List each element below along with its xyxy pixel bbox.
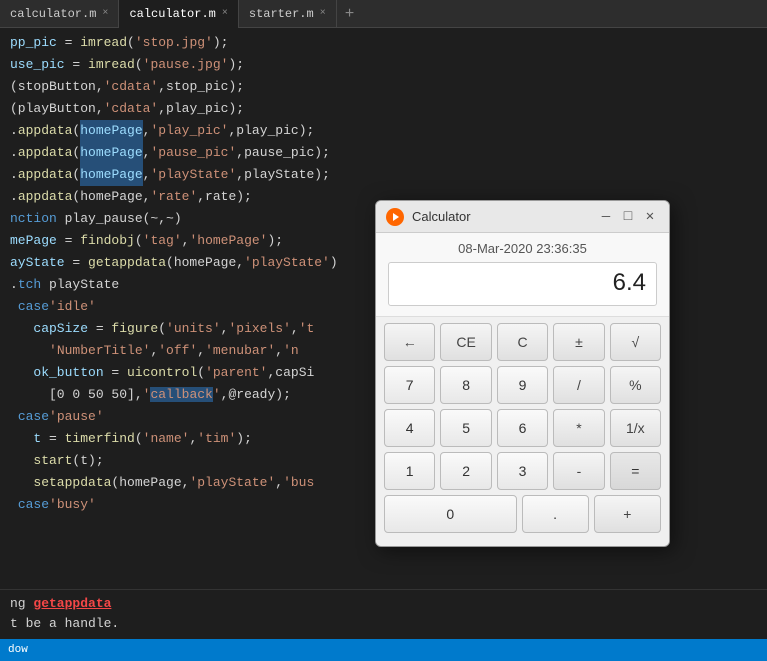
code-line-5: .appdata(homePage,'play_pic',play_pic); — [10, 120, 767, 142]
btn-7[interactable]: 7 — [384, 366, 435, 404]
calc-row-4: 1 2 3 - = — [384, 452, 661, 490]
divide-btn[interactable]: / — [553, 366, 604, 404]
calc-row-2: 7 8 9 / % — [384, 366, 661, 404]
calc-app-icon — [386, 208, 404, 226]
tab-close-3[interactable]: × — [320, 8, 326, 19]
output-line-2: t be a handle. — [10, 614, 757, 634]
multiply-btn[interactable]: * — [553, 409, 604, 447]
code-line-7: .appdata(homePage,'playState',playState)… — [10, 164, 767, 186]
btn-3[interactable]: 3 — [497, 452, 548, 490]
btn-4[interactable]: 4 — [384, 409, 435, 447]
minimize-button[interactable]: — — [597, 208, 615, 226]
status-bar: dow — [0, 639, 767, 661]
calc-row-3: 4 5 6 * 1/x — [384, 409, 661, 447]
code-line-4: (playButton,'cdata',play_pic); — [10, 98, 767, 120]
btn-8[interactable]: 8 — [440, 366, 491, 404]
sqrt-btn[interactable]: √ — [610, 323, 661, 361]
btn-5[interactable]: 5 — [440, 409, 491, 447]
calc-title: Calculator — [412, 209, 593, 224]
calc-row-5: 0 . + — [384, 495, 661, 533]
btn-6[interactable]: 6 — [497, 409, 548, 447]
subtract-btn[interactable]: - — [553, 452, 604, 490]
tab-close-2[interactable]: × — [222, 8, 228, 19]
output-line-1: ng getappdata — [10, 594, 757, 614]
equals-btn[interactable]: = — [610, 452, 661, 490]
add-tab-button[interactable]: + — [337, 5, 363, 23]
tab-label: calculator.m — [10, 7, 96, 21]
ce-btn[interactable]: CE — [440, 323, 491, 361]
code-line-6: .appdata(homePage,'pause_pic',pause_pic)… — [10, 142, 767, 164]
btn-0[interactable]: 0 — [384, 495, 517, 533]
plusminus-btn[interactable]: ± — [553, 323, 604, 361]
code-line-1: pp_pic = imread('stop.jpg'); — [10, 32, 767, 54]
status-text: dow — [8, 644, 28, 656]
calc-row-1: ← CE C ± √ — [384, 323, 661, 361]
calc-titlebar: Calculator — □ ✕ — [376, 201, 669, 233]
calc-display: 6.4 — [388, 262, 657, 306]
calc-datetime: 08-Mar-2020 23:36:35 — [388, 241, 657, 256]
backspace-btn[interactable]: ← — [384, 323, 435, 361]
dot-btn[interactable]: . — [522, 495, 589, 533]
add-btn[interactable]: + — [594, 495, 661, 533]
close-button[interactable]: ✕ — [641, 208, 659, 226]
calc-buttons: ← CE C ± √ 7 8 9 / % 4 5 6 * 1/x 1 2 3 - — [376, 317, 669, 546]
percent-btn[interactable]: % — [610, 366, 661, 404]
reciprocal-btn[interactable]: 1/x — [610, 409, 661, 447]
btn-2[interactable]: 2 — [440, 452, 491, 490]
output-area: ng getappdata t be a handle. — [0, 589, 767, 639]
tab-starter[interactable]: starter.m × — [239, 0, 337, 28]
tab-label: starter.m — [249, 7, 314, 21]
tab-close-1[interactable]: × — [102, 8, 108, 19]
tab-calculator-2[interactable]: calculator.m × — [119, 0, 238, 28]
btn-9[interactable]: 9 — [497, 366, 548, 404]
tab-label: calculator.m — [129, 7, 215, 21]
code-line-3: (stopButton,'cdata',stop_pic); — [10, 76, 767, 98]
tab-bar: calculator.m × calculator.m × starter.m … — [0, 0, 767, 28]
tab-calculator-1[interactable]: calculator.m × — [0, 0, 119, 28]
btn-1[interactable]: 1 — [384, 452, 435, 490]
calculator-window: Calculator — □ ✕ 08-Mar-2020 23:36:35 6.… — [375, 200, 670, 547]
maximize-button[interactable]: □ — [619, 208, 637, 226]
getappdata-ref: getappdata — [33, 596, 111, 611]
code-line-2: use_pic = imread('pause.jpg'); — [10, 54, 767, 76]
c-btn[interactable]: C — [497, 323, 548, 361]
calc-display-area: 08-Mar-2020 23:36:35 6.4 — [376, 233, 669, 317]
